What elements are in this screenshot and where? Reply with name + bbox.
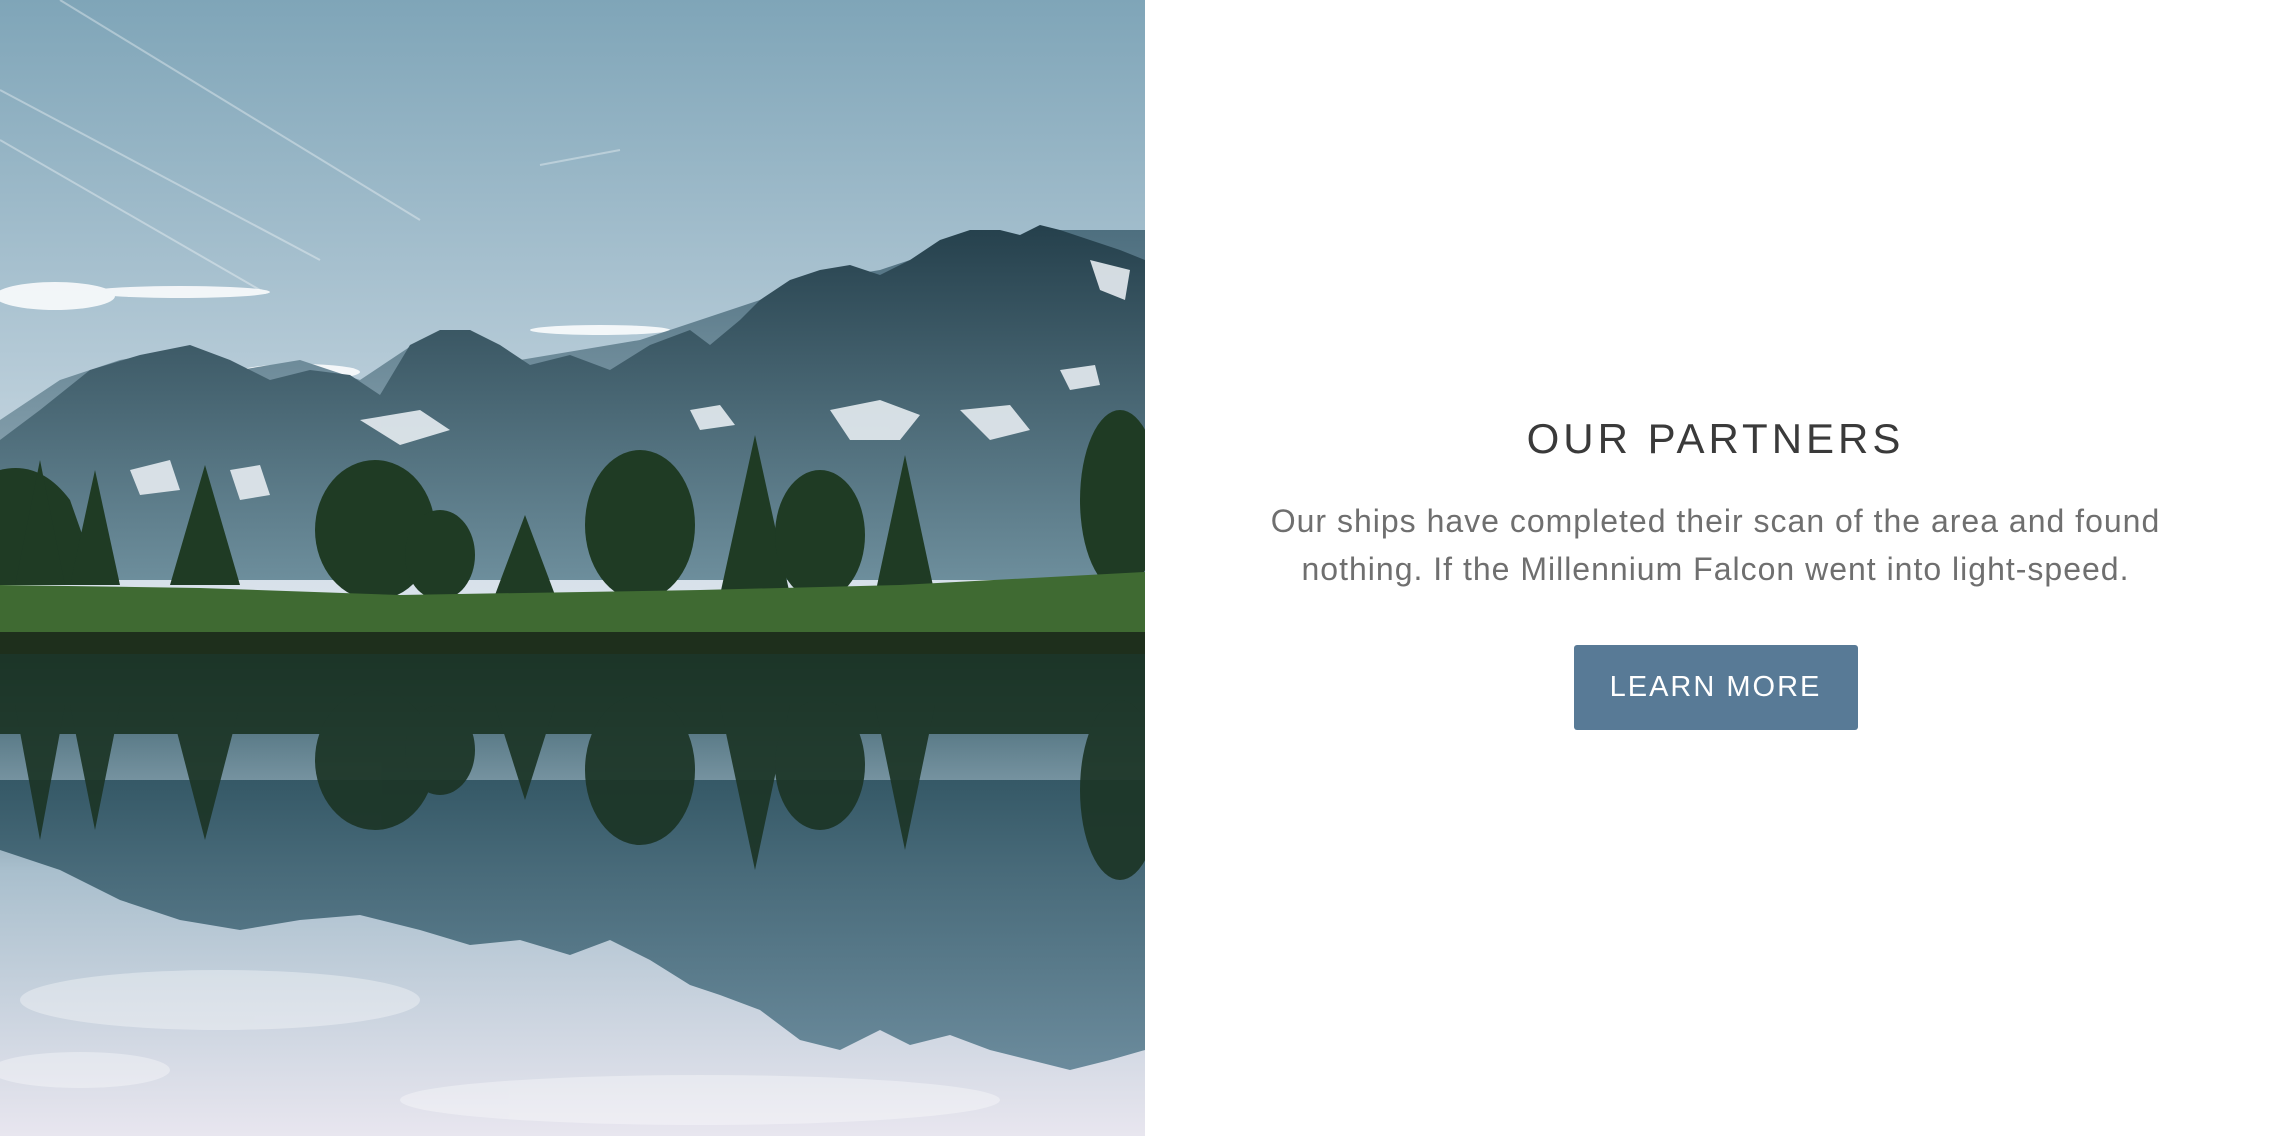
- hero-image: [0, 0, 1145, 1136]
- partners-section: OUR PARTNERS Our ships have completed th…: [0, 0, 2286, 1136]
- section-description: Our ships have completed their scan of t…: [1270, 503, 2161, 587]
- section-title: OUR PARTNERS: [1526, 415, 1905, 462]
- learn-more-button[interactable]: LEARN MORE: [1573, 645, 1858, 730]
- partners-panel: OUR PARTNERS Our ships have completed th…: [1145, 0, 2286, 1136]
- partners-content: OUR PARTNERS Our ships have completed th…: [1145, 414, 2286, 730]
